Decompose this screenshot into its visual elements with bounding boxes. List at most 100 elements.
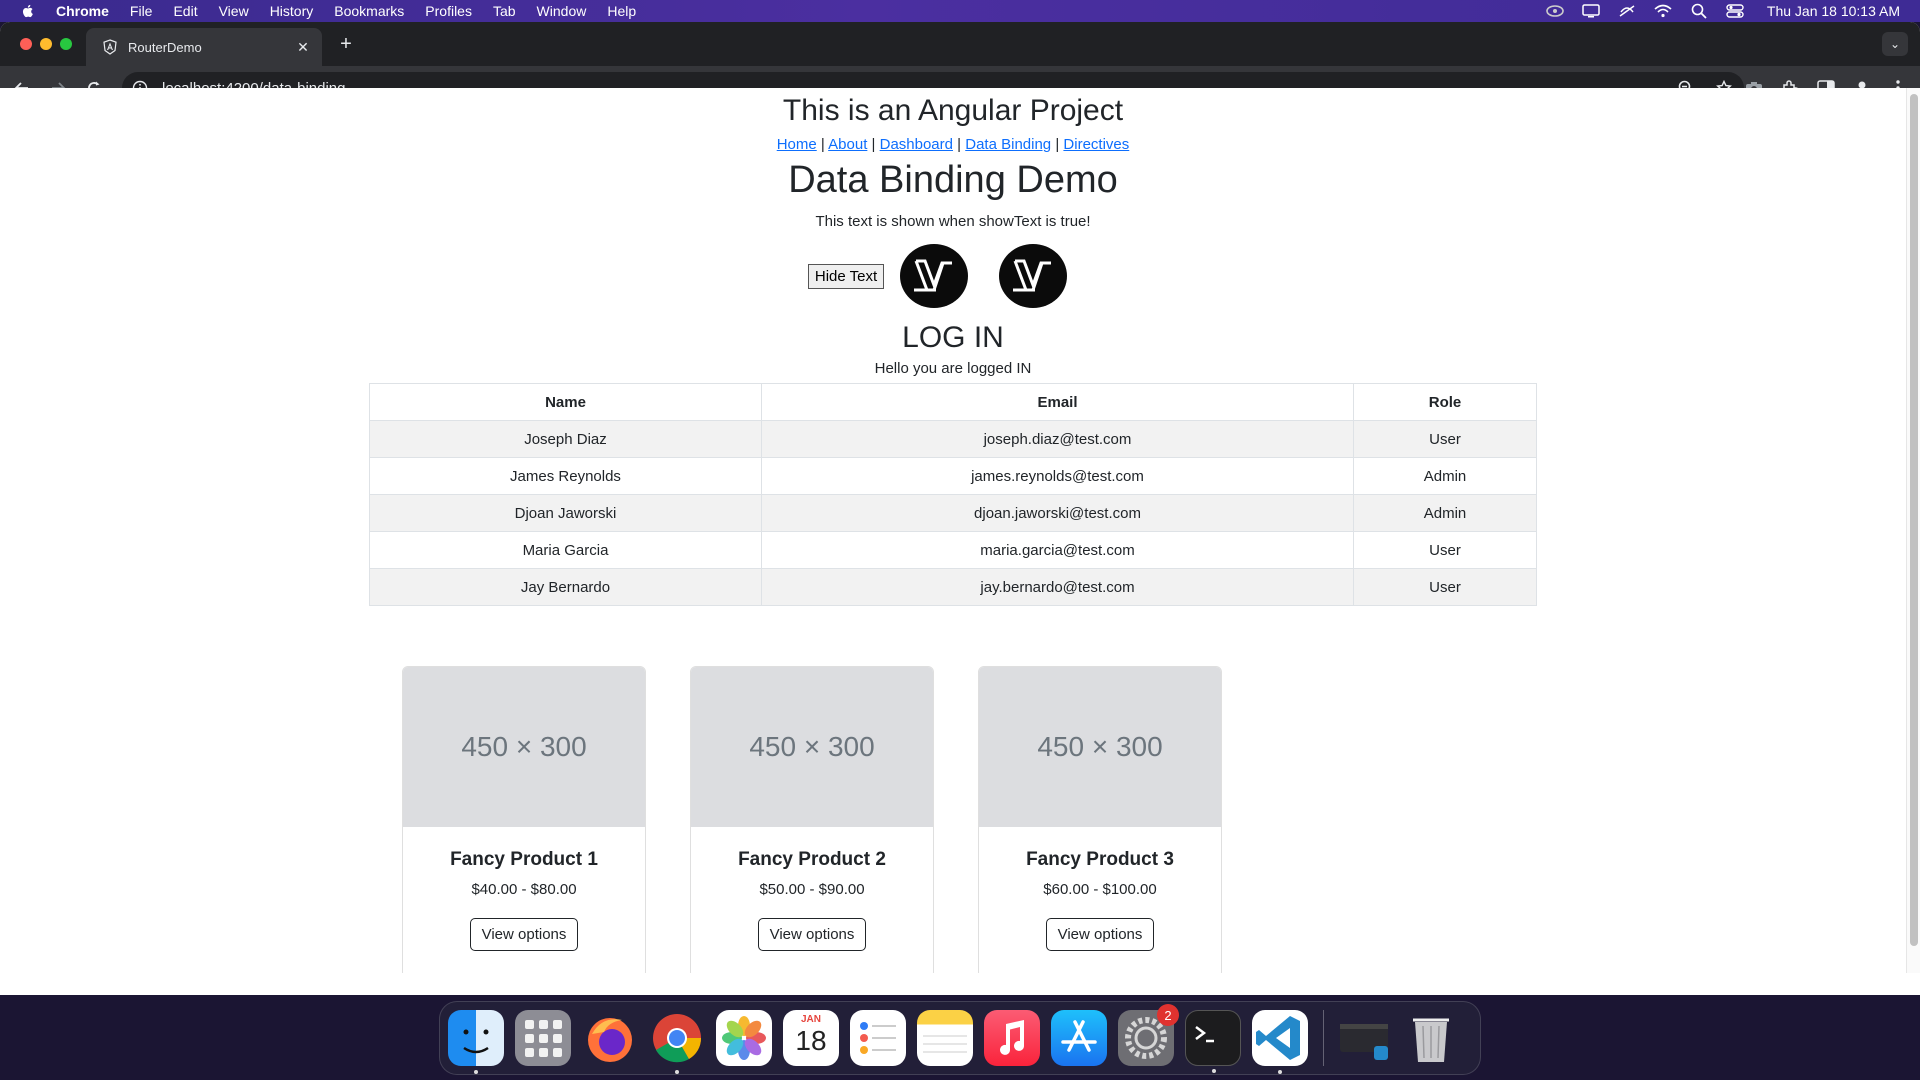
table-row: James Reynolds james.reynolds@test.com A…: [369, 457, 1537, 495]
nav-link-data-binding[interactable]: Data Binding: [965, 136, 1051, 153]
menu-window[interactable]: Window: [537, 0, 587, 22]
nav-separator: |: [820, 136, 825, 153]
browser-tab[interactable]: RouterDemo ✕: [86, 28, 322, 66]
hide-text-button[interactable]: Hide Text: [807, 263, 885, 289]
menu-edit[interactable]: Edit: [173, 0, 197, 22]
cell-role: Admin: [1353, 494, 1537, 532]
product-image-placeholder: 450 × 300: [691, 667, 933, 827]
tab-strip: RouterDemo ✕ + ⌄: [0, 22, 1920, 66]
tab-search-chevron-icon[interactable]: ⌄: [1882, 32, 1908, 56]
creative-cloud-icon[interactable]: [1537, 4, 1573, 18]
cell-name: James Reynolds: [369, 457, 762, 495]
cell-email: joseph.diaz@test.com: [761, 420, 1354, 458]
minimize-window-button[interactable]: [40, 38, 52, 50]
column-header-email: Email: [761, 383, 1354, 421]
nav-separator: |: [957, 136, 962, 153]
menu-app-name[interactable]: Chrome: [56, 0, 109, 22]
new-tab-icon[interactable]: +: [334, 32, 358, 56]
cell-name: Maria Garcia: [369, 531, 762, 569]
launchpad-icon[interactable]: [515, 1010, 571, 1066]
project-title: This is an Angular Project: [782, 94, 1124, 127]
terminal-icon[interactable]: [1185, 1010, 1241, 1073]
calendar-day: 18: [795, 1025, 827, 1056]
logged-in-text: Hello you are logged IN: [874, 360, 1032, 377]
macos-menubar: Chrome File Edit View History Bookmarks …: [0, 0, 1920, 22]
product-card: 450 × 300 Fancy Product 2 $50.00 - $90.0…: [690, 666, 934, 973]
focus-off-icon[interactable]: [1609, 4, 1645, 18]
cell-name: Jay Bernardo: [369, 568, 762, 606]
product-image-placeholder: 450 × 300: [979, 667, 1221, 827]
vscode-icon[interactable]: [1252, 1010, 1308, 1074]
web-page: This is an Angular Project Home | About …: [0, 88, 1906, 973]
nav-link-dashboard[interactable]: Dashboard: [880, 136, 953, 153]
product-name: Fancy Product 3: [1026, 849, 1174, 870]
firefox-icon[interactable]: [582, 1010, 638, 1066]
nav-link-directives[interactable]: Directives: [1063, 136, 1129, 153]
notes-icon[interactable]: [917, 1010, 973, 1066]
view-options-button[interactable]: View options: [469, 918, 579, 951]
product-cards: 450 × 300 Fancy Product 1 $40.00 - $80.0…: [402, 666, 1222, 973]
lv-logo-image-2: [999, 244, 1068, 308]
running-indicator: [675, 1070, 679, 1074]
cell-email: djoan.jaworski@test.com: [761, 494, 1354, 532]
menu-history[interactable]: History: [270, 0, 314, 22]
wifi-icon[interactable]: [1645, 4, 1681, 18]
screen-mirroring-icon[interactable]: [1573, 4, 1609, 18]
running-indicator: [1278, 1070, 1282, 1074]
lv-logo-image: [900, 244, 969, 308]
reminders-icon[interactable]: [850, 1010, 906, 1066]
running-indicator: [474, 1070, 478, 1074]
tab-title: RouterDemo: [128, 39, 202, 55]
menu-tab[interactable]: Tab: [493, 0, 516, 22]
cell-role: User: [1353, 531, 1537, 569]
cell-email: jay.bernardo@test.com: [761, 568, 1354, 606]
table-row: Maria Garcia maria.garcia@test.com User: [369, 531, 1537, 569]
cell-role: Admin: [1353, 457, 1537, 495]
control-center-icon[interactable]: [1717, 4, 1753, 18]
nav-link-home[interactable]: Home: [777, 136, 817, 153]
running-indicator: [1212, 1069, 1216, 1073]
zoom-window-button[interactable]: [60, 38, 72, 50]
menu-bookmarks[interactable]: Bookmarks: [334, 0, 404, 22]
close-window-button[interactable]: [20, 38, 32, 50]
menu-view[interactable]: View: [219, 0, 249, 22]
product-card: 450 × 300 Fancy Product 1 $40.00 - $80.0…: [402, 666, 646, 973]
macos-dock: JAN 18 2: [439, 1001, 1481, 1075]
apple-icon[interactable]: [20, 3, 36, 19]
nav-link-about[interactable]: About: [828, 136, 867, 153]
window-thumbnail-icon[interactable]: [1336, 1010, 1392, 1066]
nav-separator: |: [871, 136, 876, 153]
app-store-icon[interactable]: [1051, 1010, 1107, 1066]
menu-help[interactable]: Help: [607, 0, 636, 22]
chrome-icon[interactable]: [649, 1010, 705, 1074]
scrollbar-thumb[interactable]: [1910, 94, 1918, 946]
product-price: $60.00 - $100.00: [1043, 881, 1157, 898]
finder-icon[interactable]: [448, 1010, 504, 1074]
close-tab-icon[interactable]: ✕: [294, 38, 312, 56]
trash-icon[interactable]: [1403, 1010, 1459, 1066]
cell-email: maria.garcia@test.com: [761, 531, 1354, 569]
users-table: Name Email Role Joseph Diaz joseph.diaz@…: [369, 383, 1537, 606]
spotlight-search-icon[interactable]: [1681, 3, 1717, 19]
view-options-button[interactable]: View options: [757, 918, 867, 951]
nav-separator: |: [1055, 136, 1060, 153]
dock-separator: [1323, 1010, 1324, 1066]
music-icon[interactable]: [984, 1010, 1040, 1066]
calendar-icon[interactable]: JAN 18: [783, 1010, 839, 1066]
menu-file[interactable]: File: [130, 0, 153, 22]
calendar-month: JAN: [800, 1014, 821, 1025]
photos-icon[interactable]: [716, 1010, 772, 1066]
menubar-clock[interactable]: Thu Jan 18 10:13 AM: [1767, 3, 1900, 19]
menubar-status-area: Thu Jan 18 10:13 AM: [1537, 0, 1920, 22]
product-name: Fancy Product 2: [738, 849, 886, 870]
product-name: Fancy Product 1: [450, 849, 598, 870]
view-options-button[interactable]: View options: [1045, 918, 1155, 951]
system-settings-icon[interactable]: 2: [1118, 1004, 1179, 1066]
page-scrollbar[interactable]: [1906, 88, 1920, 973]
product-price: $40.00 - $80.00: [471, 881, 577, 898]
notification-badge: 2: [1157, 1004, 1179, 1026]
table-row: Jay Bernardo jay.bernardo@test.com User: [369, 568, 1537, 606]
menu-profiles[interactable]: Profiles: [425, 0, 472, 22]
product-image-placeholder: 450 × 300: [403, 667, 645, 827]
table-header-row: Name Email Role: [369, 383, 1537, 421]
